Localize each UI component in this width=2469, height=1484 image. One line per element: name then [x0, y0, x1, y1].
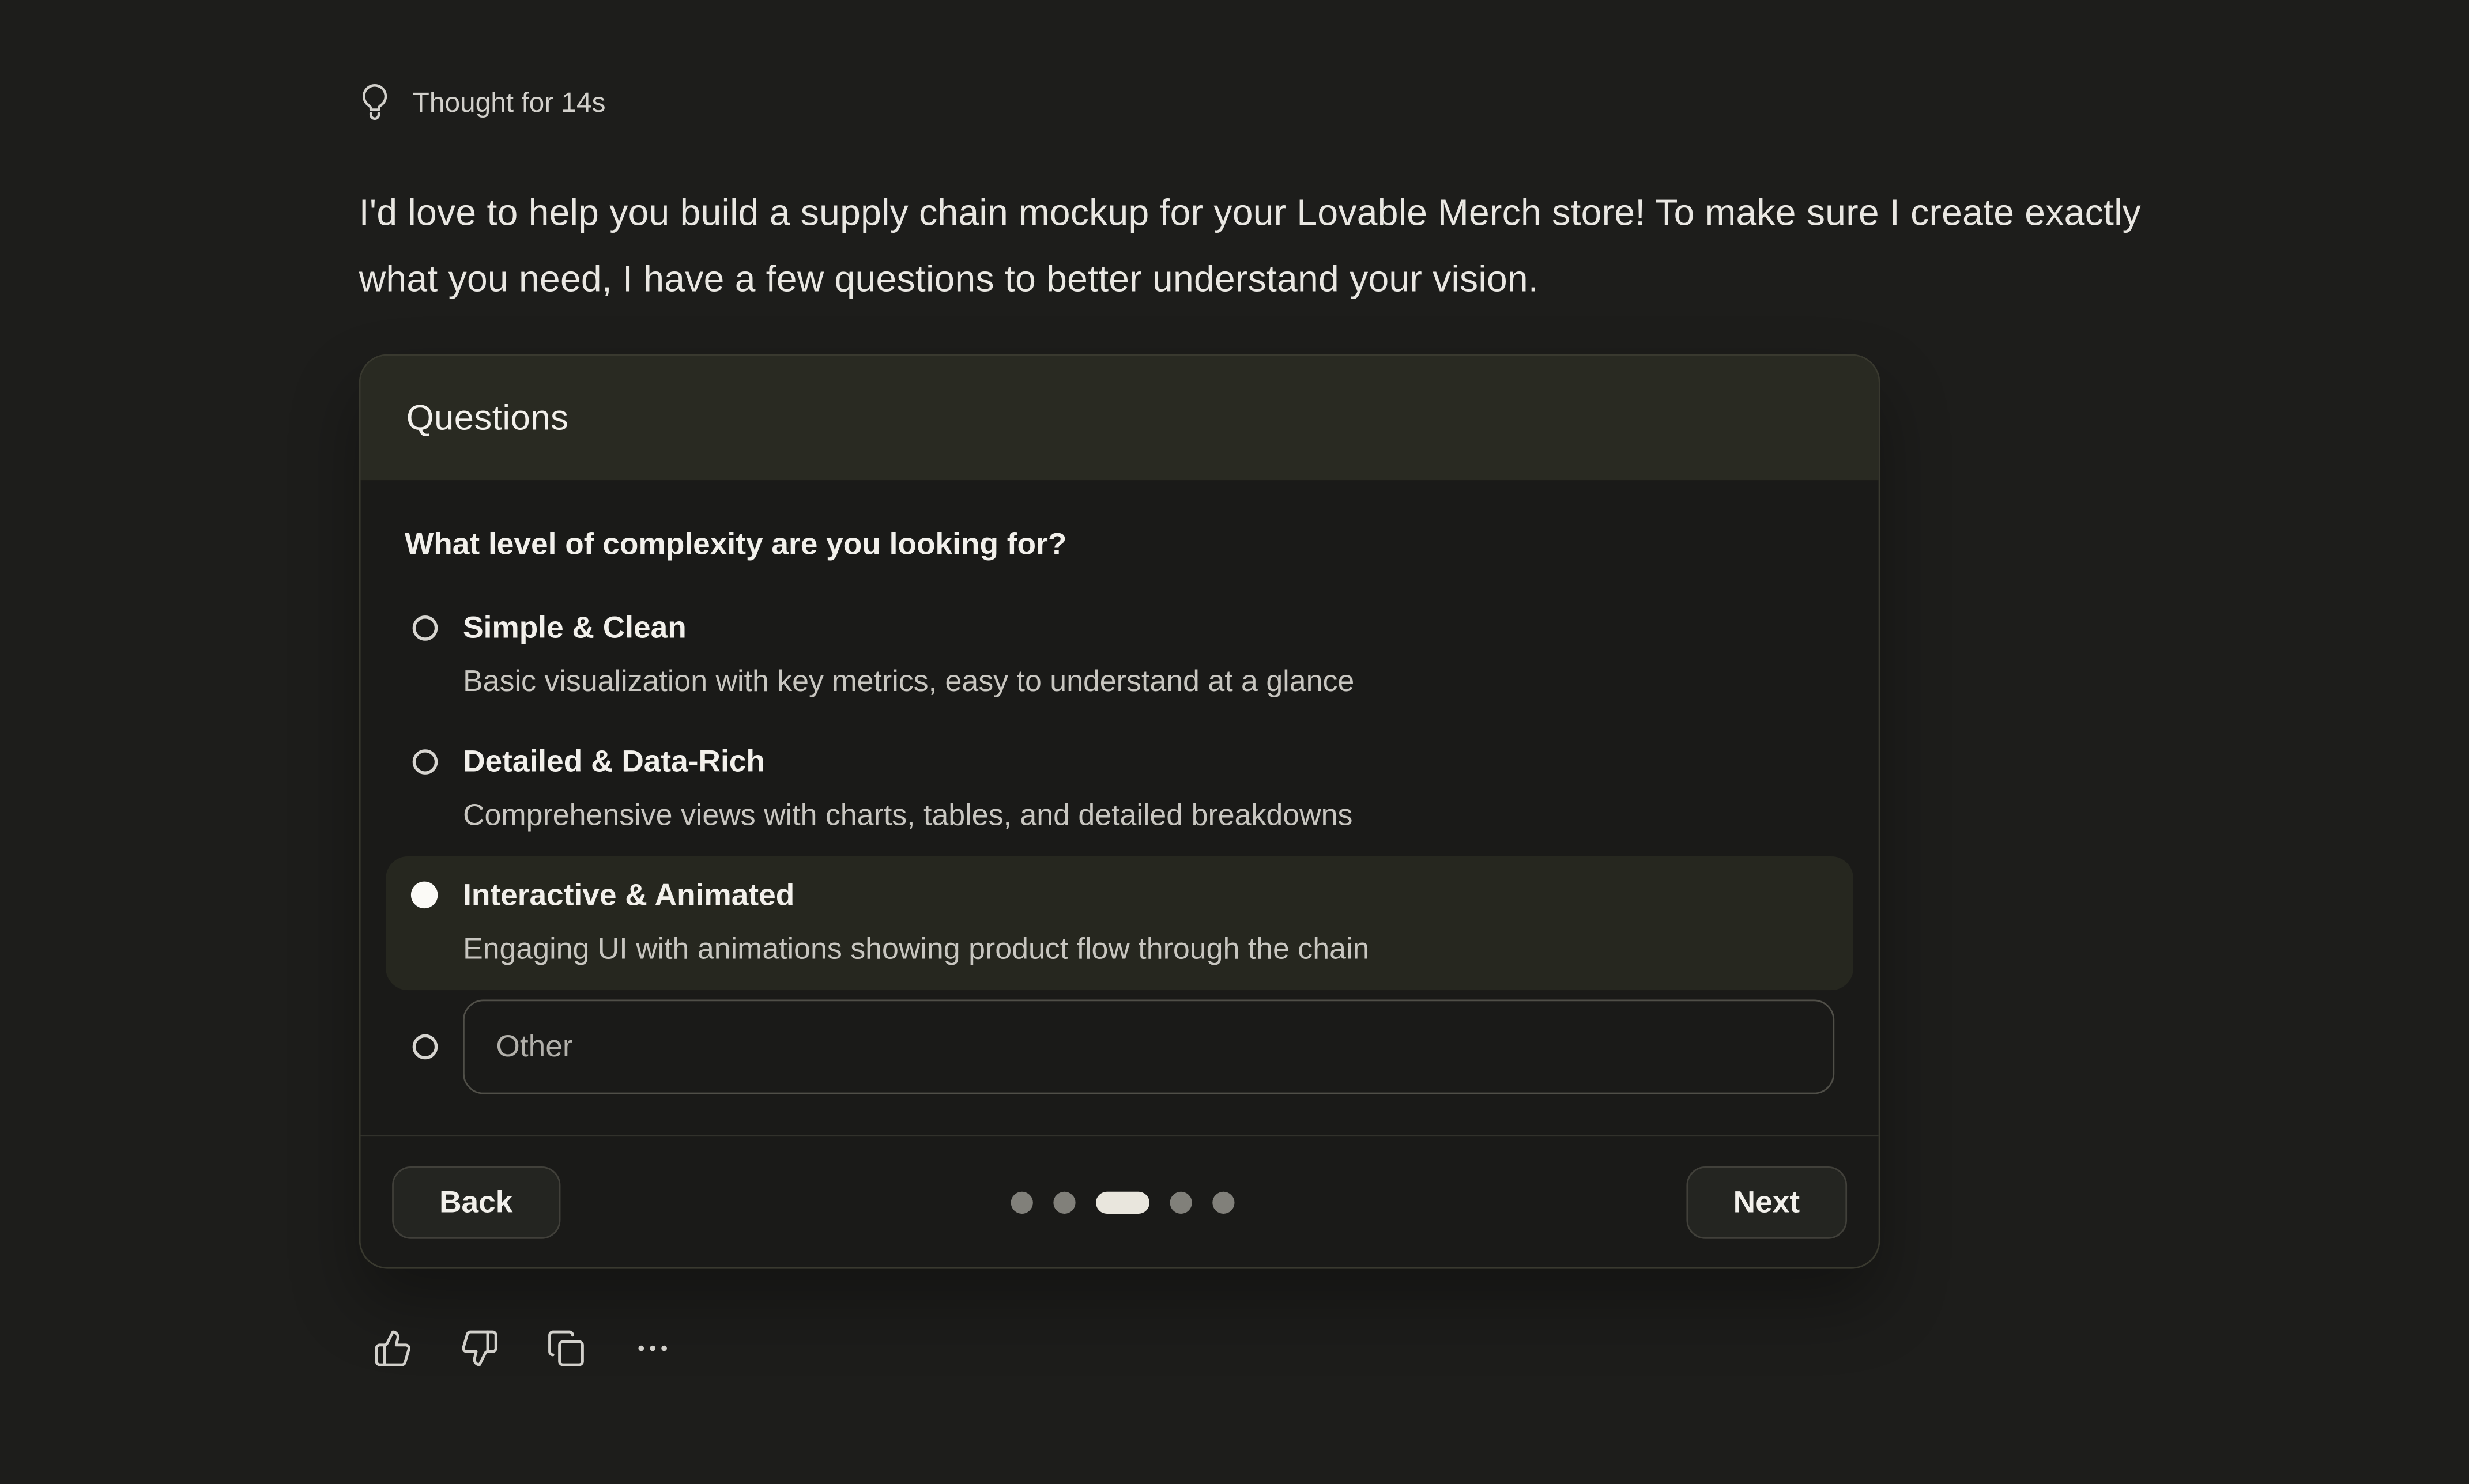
progress-dot: [1011, 1192, 1033, 1214]
next-button[interactable]: Next: [1686, 1166, 1847, 1239]
thumbs-down-icon[interactable]: [460, 1328, 499, 1368]
progress-dot: [1054, 1192, 1076, 1214]
lightbulb-icon: [359, 82, 391, 123]
option-text: Simple & Clean Basic visualization with …: [463, 607, 1354, 704]
option-label: Simple & Clean: [463, 607, 1354, 650]
questions-card-footer: Back Next: [361, 1135, 1879, 1267]
assistant-text: I'd love to help you build a supply chai…: [359, 179, 2186, 311]
radio-icon[interactable]: [413, 749, 438, 775]
questions-card-body: What level of complexity are you looking…: [361, 480, 1879, 1135]
assistant-message: Thought for 14s I'd love to help you bui…: [359, 82, 2186, 1368]
option-description: Engaging UI with animations showing prod…: [463, 929, 1369, 972]
question-text: What level of complexity are you looking…: [405, 524, 1834, 567]
questions-card: Questions What level of complexity are y…: [359, 354, 1880, 1269]
option-label: Detailed & Data-Rich: [463, 742, 1352, 784]
radio-icon[interactable]: [411, 882, 438, 908]
option-interactive-animated[interactable]: Interactive & Animated Engaging UI with …: [386, 856, 1853, 990]
option-text: Detailed & Data-Rich Comprehensive views…: [463, 742, 1352, 838]
option-description: Basic visualization with key metrics, ea…: [463, 661, 1354, 704]
option-detailed-data-rich[interactable]: Detailed & Data-Rich Comprehensive views…: [386, 723, 1853, 856]
progress-dot: [1213, 1192, 1235, 1214]
progress-dot: [1170, 1192, 1192, 1214]
progress-dot-active: [1096, 1192, 1150, 1214]
option-simple-clean[interactable]: Simple & Clean Basic visualization with …: [386, 589, 1853, 723]
back-button[interactable]: Back: [392, 1166, 560, 1239]
card-title: Questions: [406, 398, 569, 439]
thumbs-up-icon[interactable]: [373, 1328, 412, 1368]
option-description: Comprehensive views with charts, tables,…: [463, 795, 1352, 837]
radio-icon[interactable]: [413, 615, 438, 641]
radio-icon[interactable]: [413, 1034, 438, 1060]
thought-label: Thought for 14s: [413, 82, 606, 123]
chat-message-view: Thought for 14s I'd love to help you bui…: [0, 0, 2469, 1484]
option-text: Interactive & Animated Engaging UI with …: [463, 875, 1369, 972]
message-actions: [373, 1328, 2185, 1368]
questions-card-header: Questions: [361, 356, 1879, 480]
option-label: Interactive & Animated: [463, 875, 1369, 918]
option-other[interactable]: [405, 990, 1834, 1094]
other-input[interactable]: [463, 1000, 1834, 1094]
options-list: Simple & Clean Basic visualization with …: [405, 589, 1834, 1094]
thought-summary[interactable]: Thought for 14s: [359, 82, 606, 123]
more-options-icon[interactable]: [633, 1328, 672, 1368]
progress-dots: [1011, 1192, 1235, 1214]
copy-icon[interactable]: [546, 1328, 586, 1368]
